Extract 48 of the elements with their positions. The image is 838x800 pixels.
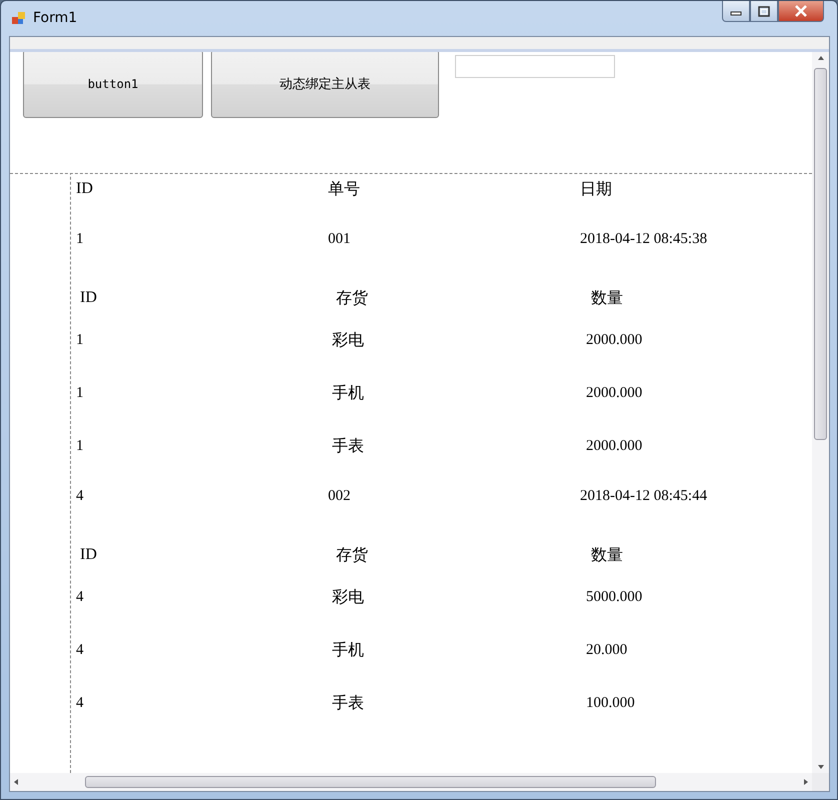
table-cell: 5000.000: [586, 588, 642, 606]
minimize-button[interactable]: [722, 1, 750, 22]
table-cell: 4: [76, 588, 84, 606]
text-field[interactable]: [455, 55, 615, 78]
horizontal-scrollbar[interactable]: [10, 773, 812, 791]
button[interactable]: 动态绑定主从表: [211, 52, 439, 118]
table-cell: 2000.000: [586, 438, 642, 454]
scrollbar-thumb[interactable]: [814, 68, 827, 440]
table-cell: 4: [76, 642, 84, 658]
table-cell: 2018-04-12 08:45:38: [580, 230, 708, 248]
close-icon: [794, 5, 808, 17]
table-cell: 1: [76, 332, 84, 348]
column-header: 单号: [328, 180, 360, 200]
table-cell: 2000.000: [586, 384, 642, 402]
table-cell: 2000.000: [586, 332, 642, 348]
column-header: ID: [80, 289, 97, 307]
scrollbar-thumb[interactable]: [85, 776, 656, 788]
table-cell: 002: [328, 488, 350, 504]
window-title: Form1: [33, 10, 78, 26]
column-header: 日期: [580, 180, 612, 200]
maximize-icon: [758, 6, 770, 16]
table-cell: 20.000: [586, 642, 628, 658]
column-header: 存货: [336, 288, 368, 308]
app-icon: [11, 10, 27, 26]
table-cell: 1: [76, 438, 84, 454]
close-button[interactable]: [778, 1, 824, 22]
column-header: 数量: [591, 546, 623, 566]
maximize-button[interactable]: [750, 1, 778, 22]
table-cell-text: 手机: [332, 384, 364, 404]
column-header: 数量: [591, 288, 623, 308]
column-header: ID: [76, 180, 93, 198]
table-cell: 001: [328, 230, 350, 248]
vertical-scrollbar[interactable]: [812, 52, 829, 773]
table-cell: 100.000: [586, 694, 635, 712]
table-cell: 1: [76, 384, 84, 402]
table-cell-text: 手表: [332, 436, 364, 456]
button[interactable]: button1: [23, 52, 203, 118]
table-cell: 4: [76, 488, 84, 504]
column-header: ID: [80, 546, 97, 564]
table-cell: 1: [76, 230, 84, 248]
scrollbar-corner: [812, 773, 829, 791]
table-cell-text: 彩电: [332, 588, 364, 608]
column-header: 存货: [336, 546, 368, 566]
table-cell-text: 手表: [332, 694, 364, 714]
table-cell: 4: [76, 694, 84, 712]
table-cell: 2018-04-12 08:45:44: [580, 488, 708, 504]
table-cell-text: 彩电: [332, 330, 364, 350]
table-cell-text: 手机: [332, 640, 364, 660]
